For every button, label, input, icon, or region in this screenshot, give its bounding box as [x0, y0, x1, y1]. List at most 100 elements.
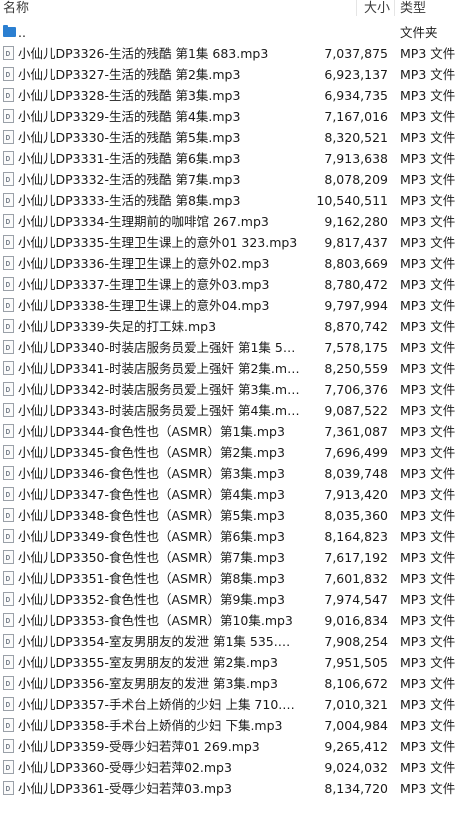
file-size: 9,797,994 — [324, 298, 388, 313]
file-name: 小仙儿DP3349-食色性也（ASMR）第6集.mp3 — [18, 529, 285, 544]
file-row[interactable]: 小仙儿DP3336-生理卫生课上的意外02.mp3 8,803,669 MP3 文件 — [0, 253, 474, 274]
file-size: 9,817,437 — [324, 235, 388, 250]
file-row[interactable]: 小仙儿DP3356-室友男朋友的发泄 第3集.mp3 8,106,672 MP3 文… — [0, 673, 474, 694]
parent-folder-row[interactable]: .. 文件夹 — [0, 22, 474, 43]
file-row[interactable]: 小仙儿DP3330-生活的残酷 第5集.mp3 8,320,521 MP3 文件 — [0, 127, 474, 148]
file-row[interactable]: 小仙儿DP3341-时装店服务员爱上强奸 第2集.mp3 8,250,559 MP3… — [0, 358, 474, 379]
file-name: 小仙儿DP3329-生活的残酷 第4集.mp3 — [18, 109, 241, 124]
file-size: 8,134,720 — [324, 781, 388, 796]
file-type: MP3 文件 — [400, 151, 456, 166]
column-divider[interactable] — [356, 0, 357, 16]
file-row[interactable]: 小仙儿DP3344-食色性也（ASMR）第1集.mp3 7,361,087 MP3 … — [0, 421, 474, 442]
file-type: MP3 文件 — [400, 109, 456, 124]
file-type: MP3 文件 — [400, 571, 456, 586]
file-row[interactable]: 小仙儿DP3348-食色性也（ASMR）第5集.mp3 8,035,360 MP3 … — [0, 505, 474, 526]
file-size: 9,087,522 — [324, 403, 388, 418]
file-row[interactable]: 小仙儿DP3353-食色性也（ASMR）第10集.mp3 9,016,834 MP3… — [0, 610, 474, 631]
file-row[interactable]: 小仙儿DP3329-生活的残酷 第4集.mp3 7,167,016 MP3 文件 — [0, 106, 474, 127]
file-row[interactable]: 小仙儿DP3350-食色性也（ASMR）第7集.mp3 7,617,192 MP3 … — [0, 547, 474, 568]
file-row[interactable]: 小仙儿DP3351-食色性也（ASMR）第8集.mp3 7,601,832 MP3 … — [0, 568, 474, 589]
file-type: MP3 文件 — [400, 676, 456, 691]
file-size: 9,024,032 — [324, 760, 388, 775]
audio-file-icon — [3, 466, 14, 480]
file-type: MP3 文件 — [400, 277, 456, 292]
file-row[interactable]: 小仙儿DP3335-生理卫生课上的意外01 323.mp3 9,817,437 MP… — [0, 232, 474, 253]
column-header-size[interactable]: 大小 — [360, 0, 390, 22]
file-type: MP3 文件 — [400, 214, 456, 229]
file-size: 7,913,420 — [324, 487, 388, 502]
file-row[interactable]: 小仙儿DP3358-手术台上娇俏的少妇 下集.mp3 7,004,984 MP3 文… — [0, 715, 474, 736]
file-size: 7,601,832 — [324, 571, 388, 586]
file-size: 8,035,360 — [324, 508, 388, 523]
file-type: MP3 文件 — [400, 697, 456, 712]
file-row[interactable]: 小仙儿DP3328-生活的残酷 第3集.mp3 6,934,735 MP3 文件 — [0, 85, 474, 106]
file-row[interactable]: 小仙儿DP3357-手术台上娇俏的少妇 上集 710.mp3 7,010,321 M… — [0, 694, 474, 715]
audio-file-icon — [3, 550, 14, 564]
audio-file-icon — [3, 172, 14, 186]
column-header-name[interactable]: 名称 — [3, 0, 29, 22]
file-row[interactable]: 小仙儿DP3339-失足的打工妹.mp3 8,870,742 MP3 文件 — [0, 316, 474, 337]
file-name: 小仙儿DP3341-时装店服务员爱上强奸 第2集.mp3 — [18, 361, 300, 376]
file-type: MP3 文件 — [400, 46, 456, 61]
file-row[interactable]: 小仙儿DP3342-时装店服务员爱上强奸 第3集.mp3 7,706,376 MP3… — [0, 379, 474, 400]
file-row[interactable]: 小仙儿DP3333-生活的残酷 第8集.mp3 10,540,511 MP3 文件 — [0, 190, 474, 211]
file-row[interactable]: 小仙儿DP3338-生理卫生课上的意外04.mp3 9,797,994 MP3 文件 — [0, 295, 474, 316]
file-type: MP3 文件 — [400, 319, 456, 334]
file-size: 7,974,547 — [324, 592, 388, 607]
file-name: 小仙儿DP3343-时装店服务员爱上强奸 第4集.mp3 — [18, 403, 300, 418]
column-divider[interactable] — [394, 0, 395, 16]
file-row[interactable]: 小仙儿DP3359-受辱少妇若萍01 269.mp3 9,265,412 MP3 文… — [0, 736, 474, 757]
file-row[interactable]: 小仙儿DP3360-受辱少妇若萍02.mp3 9,024,032 MP3 文件 — [0, 757, 474, 778]
audio-file-icon — [3, 67, 14, 81]
file-name: 小仙儿DP3355-室友男朋友的发泄 第2集.mp3 — [18, 655, 278, 670]
audio-file-icon — [3, 508, 14, 522]
audio-file-icon — [3, 592, 14, 606]
file-row[interactable]: 小仙儿DP3349-食色性也（ASMR）第6集.mp3 8,164,823 MP3 … — [0, 526, 474, 547]
file-type: MP3 文件 — [400, 445, 456, 460]
file-type: MP3 文件 — [400, 634, 456, 649]
file-row[interactable]: 小仙儿DP3337-生理卫生课上的意外03.mp3 8,780,472 MP3 文件 — [0, 274, 474, 295]
file-row[interactable]: 小仙儿DP3355-室友男朋友的发泄 第2集.mp3 7,951,505 MP3 文… — [0, 652, 474, 673]
folder-up-icon — [3, 25, 16, 37]
file-size: 7,617,192 — [324, 550, 388, 565]
audio-file-icon — [3, 697, 14, 711]
file-name: 小仙儿DP3336-生理卫生课上的意外02.mp3 — [18, 256, 270, 271]
column-header-type[interactable]: 类型 — [400, 0, 426, 22]
file-type: MP3 文件 — [400, 193, 456, 208]
file-row[interactable]: 小仙儿DP3361-受辱少妇若萍03.mp3 8,134,720 MP3 文件 — [0, 778, 474, 799]
file-row[interactable]: 小仙儿DP3343-时装店服务员爱上强奸 第4集.mp3 9,087,522 MP3… — [0, 400, 474, 421]
audio-file-icon — [3, 445, 14, 459]
file-type: MP3 文件 — [400, 760, 456, 775]
file-name: 小仙儿DP3345-食色性也（ASMR）第2集.mp3 — [18, 445, 285, 460]
file-name: 小仙儿DP3351-食色性也（ASMR）第8集.mp3 — [18, 571, 285, 586]
file-row[interactable]: 小仙儿DP3326-生活的残酷 第1集 683.mp3 7,037,875 MP3 … — [0, 43, 474, 64]
file-size: 7,578,175 — [324, 340, 388, 355]
file-row[interactable]: 小仙儿DP3334-生理期前的咖啡馆 267.mp3 9,162,280 MP3 文… — [0, 211, 474, 232]
file-name: 小仙儿DP3352-食色性也（ASMR）第9集.mp3 — [18, 592, 285, 607]
file-name: 小仙儿DP3358-手术台上娇俏的少妇 下集.mp3 — [18, 718, 283, 733]
file-row[interactable]: 小仙儿DP3345-食色性也（ASMR）第2集.mp3 7,696,499 MP3 … — [0, 442, 474, 463]
file-name: 小仙儿DP3346-食色性也（ASMR）第3集.mp3 — [18, 466, 285, 481]
file-size: 9,265,412 — [324, 739, 388, 754]
file-row[interactable]: 小仙儿DP3346-食色性也（ASMR）第3集.mp3 8,039,748 MP3 … — [0, 463, 474, 484]
file-row[interactable]: 小仙儿DP3352-食色性也（ASMR）第9集.mp3 7,974,547 MP3 … — [0, 589, 474, 610]
audio-file-icon — [3, 340, 14, 354]
file-name: 小仙儿DP3354-室友男朋友的发泄 第1集 535.mp3 — [18, 634, 300, 649]
file-row[interactable]: 小仙儿DP3354-室友男朋友的发泄 第1集 535.mp3 7,908,254 M… — [0, 631, 474, 652]
file-type: MP3 文件 — [400, 382, 456, 397]
file-row[interactable]: 小仙儿DP3327-生活的残酷 第2集.mp3 6,923,137 MP3 文件 — [0, 64, 474, 85]
file-row[interactable]: 小仙儿DP3347-食色性也（ASMR）第4集.mp3 7,913,420 MP3 … — [0, 484, 474, 505]
file-name: 小仙儿DP3356-室友男朋友的发泄 第3集.mp3 — [18, 676, 278, 691]
file-row[interactable]: 小仙儿DP3340-时装店服务员爱上强奸 第1集 520.... 7,578,17… — [0, 337, 474, 358]
file-row[interactable]: 小仙儿DP3332-生活的残酷 第7集.mp3 8,078,209 MP3 文件 — [0, 169, 474, 190]
file-name: 小仙儿DP3340-时装店服务员爱上强奸 第1集 520.... — [18, 340, 300, 355]
file-size: 8,078,209 — [324, 172, 388, 187]
file-size: 7,361,087 — [324, 424, 388, 439]
file-size: 7,706,376 — [324, 382, 388, 397]
file-row[interactable]: 小仙儿DP3331-生活的残酷 第6集.mp3 7,913,638 MP3 文件 — [0, 148, 474, 169]
file-name: 小仙儿DP3338-生理卫生课上的意外04.mp3 — [18, 298, 270, 313]
file-size: 8,106,672 — [324, 676, 388, 691]
audio-file-icon — [3, 130, 14, 144]
file-size: 7,167,016 — [324, 109, 388, 124]
file-name: 小仙儿DP3330-生活的残酷 第5集.mp3 — [18, 130, 241, 145]
